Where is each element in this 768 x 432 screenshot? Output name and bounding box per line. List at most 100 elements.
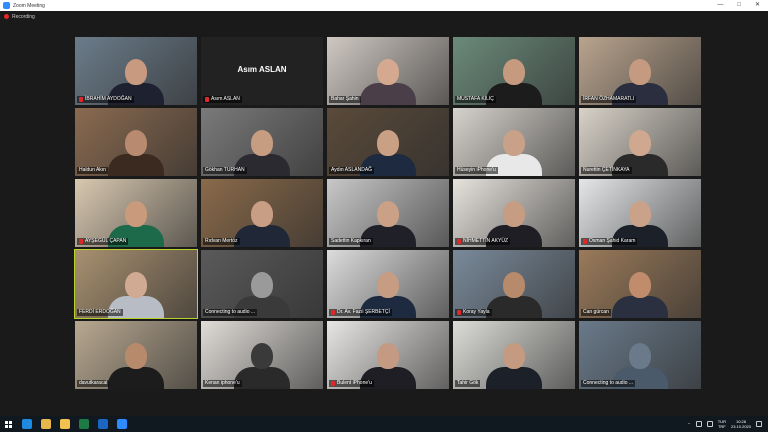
recording-label: Recording xyxy=(12,13,35,20)
participant-body xyxy=(108,154,164,176)
participant-head xyxy=(377,130,399,156)
participant-body xyxy=(486,367,542,389)
participant-video xyxy=(232,197,292,247)
participant-name-label: Nurettin ÇETİNKAYA xyxy=(581,167,632,174)
window-controls: — □ ✕ xyxy=(717,0,760,11)
participant-tile[interactable]: FERDİ ERDOĞAN xyxy=(74,249,198,319)
window-title: Zoom Meeting xyxy=(13,2,45,9)
participant-tile[interactable]: Bahar Şahin xyxy=(327,37,449,105)
participant-head xyxy=(503,201,525,227)
participant-name-label: Bahar Şahin xyxy=(329,96,361,103)
participant-head xyxy=(251,201,273,227)
participant-name-label: davutkaracal xyxy=(77,380,110,387)
participant-name-label: İBRAHİM AYDOĞAN xyxy=(77,96,134,103)
outlook-icon[interactable] xyxy=(98,419,108,429)
participant-head xyxy=(629,59,651,85)
muted-mic-icon xyxy=(205,97,209,102)
participant-head xyxy=(629,130,651,156)
participant-tile[interactable]: Connecting to audio ... xyxy=(579,321,701,389)
participant-body xyxy=(486,296,542,318)
participant-name-label: Connecting to audio ... xyxy=(203,309,258,316)
close-button[interactable]: ✕ xyxy=(755,0,760,11)
participant-center-name: Asım ASLAN xyxy=(237,65,287,74)
participant-head xyxy=(503,130,525,156)
participant-name: Connecting to audio ... xyxy=(583,380,634,386)
participant-name-label: Koray Yayla xyxy=(455,309,492,316)
muted-mic-icon xyxy=(79,239,83,244)
participant-tile[interactable]: Tahir Gök xyxy=(453,321,575,389)
volume-icon[interactable] xyxy=(706,421,713,427)
zoom-icon xyxy=(3,2,10,9)
network-icon[interactable] xyxy=(695,421,702,427)
participant-tile[interactable]: Can gürcan xyxy=(579,250,701,318)
participant-tile[interactable]: NİHMETTİN AKYÜZ xyxy=(453,179,575,247)
language-indicator[interactable]: TUR TRF xyxy=(718,419,726,429)
participant-tile[interactable]: İBRAHİM AYDOĞAN xyxy=(75,37,197,105)
participant-name: Gökhan TURHAN xyxy=(205,167,245,173)
participant-tile[interactable]: İRFAN ÖZHAMARATLI xyxy=(579,37,701,105)
participant-name-label: Gökhan TURHAN xyxy=(203,167,247,174)
muted-mic-icon xyxy=(583,239,587,244)
edge-icon[interactable] xyxy=(22,419,32,429)
taskbar-apps xyxy=(22,419,136,429)
maximize-button[interactable]: □ xyxy=(737,0,741,11)
participant-tile[interactable]: Gökhan TURHAN xyxy=(201,108,323,176)
participant-tile[interactable]: Haldun Akın xyxy=(75,108,197,176)
muted-mic-icon xyxy=(457,310,461,315)
participant-tile[interactable]: Aydın ASLANDAĞ xyxy=(327,108,449,176)
participant-tile[interactable]: Connecting to audio ... xyxy=(201,250,323,318)
participant-video xyxy=(106,126,166,176)
participant-name: Nurettin ÇETİNKAYA xyxy=(583,167,630,173)
participant-video xyxy=(610,268,670,318)
system-tray: ⌃ TUR TRF 10:28 23.10.2020 xyxy=(687,416,762,432)
participant-name-label: MUSTAFA KILIÇ xyxy=(455,96,496,103)
participant-body xyxy=(108,367,164,389)
windows-start-icon[interactable] xyxy=(5,420,12,428)
participant-tile[interactable]: Nurettin ÇETİNKAYA xyxy=(579,108,701,176)
muted-mic-icon xyxy=(331,381,335,386)
participant-name: Connecting to audio ... xyxy=(205,309,256,315)
minimize-button[interactable]: — xyxy=(717,0,723,11)
participant-name: FERDİ ERDOĞAN xyxy=(79,309,121,315)
clock[interactable]: 10:28 23.10.2020 xyxy=(731,419,751,429)
record-dot-icon xyxy=(4,14,9,19)
chrome-icon[interactable] xyxy=(41,419,51,429)
participant-tile[interactable]: MUSTAFA KILIÇ xyxy=(453,37,575,105)
participant-tile[interactable]: AYŞEGÜL ÇAPAN xyxy=(75,179,197,247)
notification-icon[interactable] xyxy=(756,421,762,427)
participant-body xyxy=(612,296,668,318)
participant-head xyxy=(377,201,399,227)
participant-body xyxy=(234,367,290,389)
participant-name: Koray Yayla xyxy=(463,309,490,315)
participant-body xyxy=(360,83,416,105)
participant-tile[interactable]: Sadettin Kapkıran xyxy=(327,179,449,247)
participant-tile[interactable]: Asım ASLAN Asım ASLAN xyxy=(201,37,323,105)
participant-name: Osman Şahid Karam xyxy=(589,238,636,244)
participant-head xyxy=(125,130,147,156)
participant-tile[interactable]: Kenan iphone'u xyxy=(201,321,323,389)
participant-tile[interactable]: Bulent iPhone'u xyxy=(327,321,449,389)
participant-tile[interactable]: Rıdvan Mertöz xyxy=(201,179,323,247)
recording-indicator[interactable]: Recording xyxy=(0,11,768,22)
participant-name-label: Hüseyin iPhone'u xyxy=(455,167,498,174)
explorer-icon[interactable] xyxy=(60,419,70,429)
participant-tile[interactable]: davutkaracal xyxy=(75,321,197,389)
participant-tile[interactable]: Osman Şahid Karam xyxy=(579,179,701,247)
participant-name-label: Bulent iPhone'u xyxy=(329,380,374,387)
zoom-icon[interactable] xyxy=(117,419,127,429)
participant-head xyxy=(377,59,399,85)
participant-name: Kenan iphone'u xyxy=(205,380,240,386)
participant-tile[interactable]: Hüseyin iPhone'u xyxy=(453,108,575,176)
excel-icon[interactable] xyxy=(79,419,89,429)
participant-name: Dr. Av. Fazıl ŞERBETÇİ xyxy=(337,309,390,315)
chevron-up-icon[interactable]: ⌃ xyxy=(687,422,690,427)
participant-tile[interactable]: Koray Yayla xyxy=(453,250,575,318)
participant-tile[interactable]: Dr. Av. Fazıl ŞERBETÇİ xyxy=(327,250,449,318)
participant-name-label: Asım ASLAN xyxy=(203,96,242,103)
participant-head xyxy=(377,343,399,369)
participant-head xyxy=(125,272,147,298)
participant-head xyxy=(629,343,651,369)
participant-head xyxy=(503,343,525,369)
participant-head xyxy=(629,272,651,298)
participant-name-label: Tahir Gök xyxy=(455,380,481,387)
